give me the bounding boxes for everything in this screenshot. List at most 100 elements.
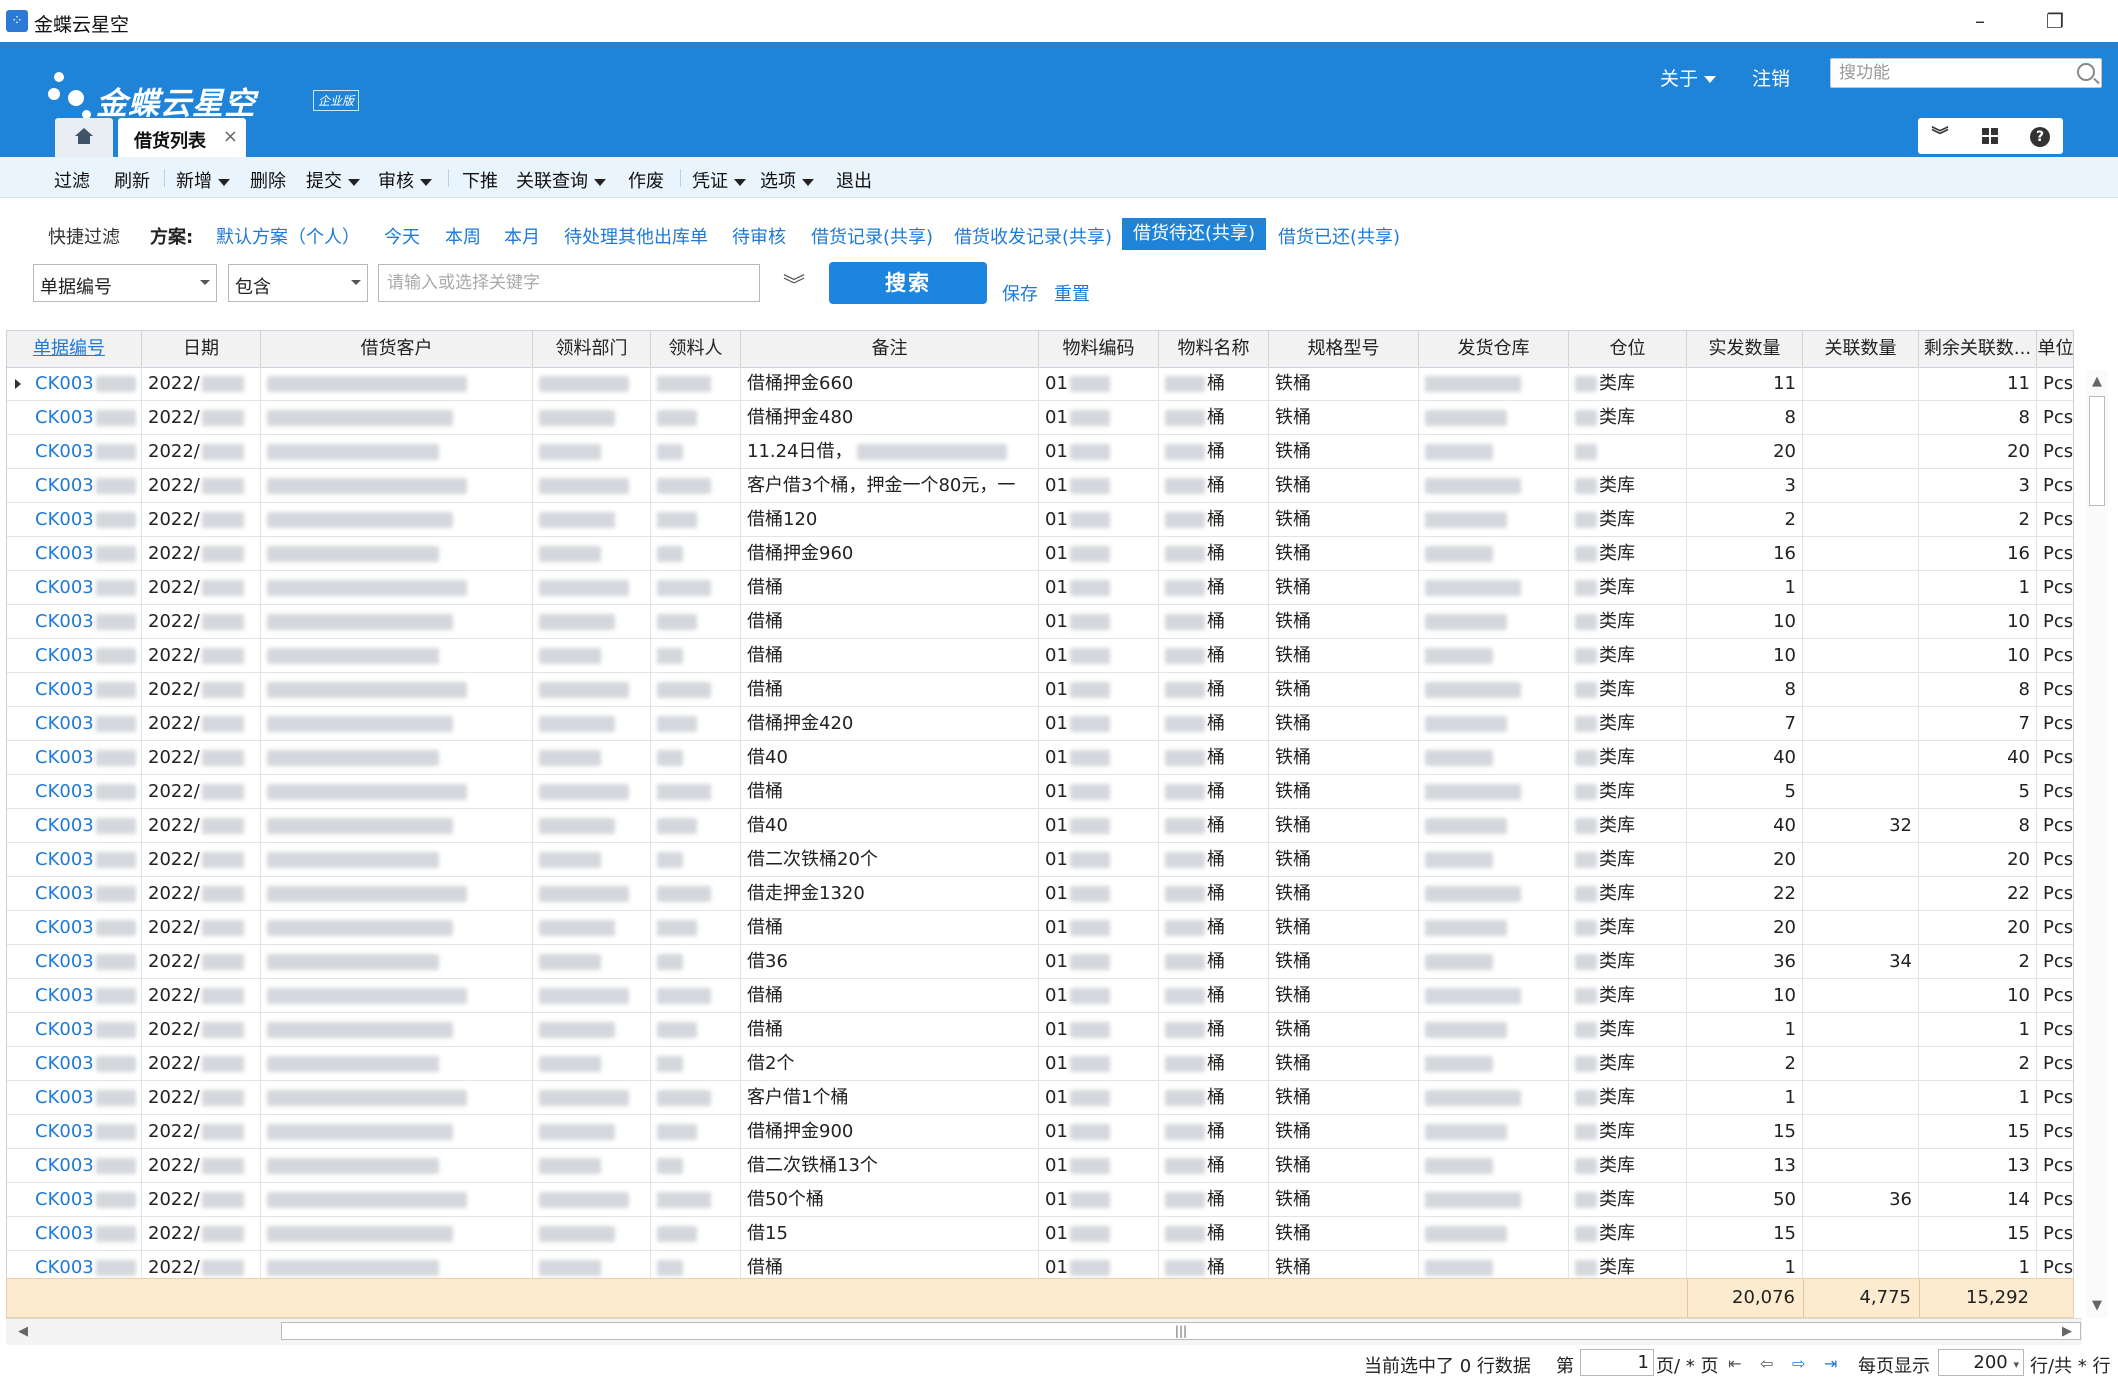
collapse-icon[interactable]: ︾ xyxy=(1924,124,1956,148)
scroll-right-icon[interactable]: ▶ xyxy=(2062,1324,2072,1339)
horizontal-scroll-thumb[interactable]: ||| xyxy=(281,1322,2081,1340)
first-page-icon[interactable]: ⇤ xyxy=(1728,1354,1741,1373)
minimize-button[interactable]: – xyxy=(1960,6,2000,36)
table-row[interactable]: CK003 2022/借桶押金900 01 桶铁桶 类库 15 15 Pcs xyxy=(7,1115,2073,1149)
scheme-today[interactable]: 今天 xyxy=(384,223,420,249)
reset-link[interactable]: 重置 xyxy=(1054,280,1090,306)
table-row[interactable]: CK003 2022/借走押金1320 01 桶铁桶 类库 22 22 Pcs xyxy=(7,877,2073,911)
restore-button[interactable]: ❐ xyxy=(2035,6,2075,36)
table-row[interactable]: CK003 2022/借桶押金960 01 桶铁桶 类库 16 16 Pcs xyxy=(7,537,2073,571)
table-row[interactable]: CK003 2022/借桶 01 桶铁桶 类库 10 10 Pcs xyxy=(7,979,2073,1013)
scheme-borrow-records[interactable]: 借货记录(共享) xyxy=(811,223,933,249)
save-scheme-link[interactable]: 保存 xyxy=(1002,280,1038,306)
table-cell xyxy=(651,605,741,638)
about-menu[interactable]: 关于 xyxy=(1660,64,1717,91)
table-row[interactable]: CK003 2022/借桶押金480 01 桶铁桶 类库 8 8 Pcs xyxy=(7,401,2073,435)
refresh-button[interactable]: 刷新 xyxy=(114,167,150,193)
search-operator-select[interactable]: 包含 xyxy=(228,264,368,302)
scheme-borrow-pending-return[interactable]: 借货待还(共享) xyxy=(1122,218,1266,250)
scheme-pending-audit[interactable]: 待审核 xyxy=(732,223,786,249)
scheme-default[interactable]: 默认方案（个人） xyxy=(216,223,360,249)
push-button[interactable]: 下推 xyxy=(462,167,498,193)
submit-menu[interactable]: 提交 xyxy=(306,167,360,193)
audit-menu[interactable]: 审核 xyxy=(378,167,432,193)
table-row[interactable]: CK003 2022/借15 01 桶铁桶 类库 15 15 Pcs xyxy=(7,1217,2073,1251)
close-icon[interactable]: × xyxy=(223,126,238,147)
home-tab[interactable] xyxy=(55,118,113,157)
column-date[interactable]: 日期 xyxy=(142,331,261,367)
add-menu[interactable]: 新增 xyxy=(176,167,230,193)
per-page-select[interactable]: 200 ▾ xyxy=(1938,1349,2024,1376)
tab-borrow-list[interactable]: 借货列表 × xyxy=(118,118,246,157)
table-row[interactable]: CK003 2022/借桶 01 桶铁桶 类库 10 10 Pcs xyxy=(7,605,2073,639)
search-field-select[interactable]: 单据编号 xyxy=(33,264,217,302)
scheme-borrow-returned[interactable]: 借货已还(共享) xyxy=(1278,223,1400,249)
table-row[interactable]: CK003 2022/客户借1个桶 01 桶铁桶 类库 1 1 Pcs xyxy=(7,1081,2073,1115)
logout-link[interactable]: 注销 xyxy=(1752,64,1790,91)
column-unit[interactable]: 单位 xyxy=(2037,331,2074,367)
horizontal-scrollbar[interactable]: ◀ ||| ▶ xyxy=(6,1318,2082,1345)
table-row[interactable]: CK003 2022/借桶120 01 桶铁桶 类库 2 2 Pcs xyxy=(7,503,2073,537)
function-search-input[interactable] xyxy=(1837,59,2071,87)
prev-page-icon[interactable]: ⇦ xyxy=(1760,1354,1773,1373)
table-row[interactable]: CK003 2022/借桶 01 桶铁桶 类库 20 20 Pcs xyxy=(7,911,2073,945)
search-icon[interactable] xyxy=(2077,63,2095,81)
scroll-down-icon[interactable]: ▼ xyxy=(2092,1298,2102,1313)
column-actual-qty[interactable]: 实发数量 xyxy=(1687,331,1803,367)
filter-button[interactable]: 过滤 xyxy=(54,167,90,193)
grid-icon[interactable] xyxy=(1974,124,2006,148)
options-menu[interactable]: 选项 xyxy=(760,167,814,193)
column-picker[interactable]: 领料人 xyxy=(651,331,741,367)
table-row[interactable]: CK003 2022/借36 01 桶铁桶 类库 36 34 2 Pcs xyxy=(7,945,2073,979)
table-cell: 类库 xyxy=(1569,741,1687,774)
table-cell: 1 xyxy=(1919,1251,2037,1279)
table-row[interactable]: CK003 2022/借桶 01 桶铁桶 类库 1 1 Pcs xyxy=(7,571,2073,605)
table-row[interactable]: CK003 2022/借桶押金420 01 桶铁桶 类库 7 7 Pcs xyxy=(7,707,2073,741)
column-bill-no[interactable]: 单据编号 xyxy=(29,331,142,367)
scheme-borrow-io-records[interactable]: 借货收发记录(共享) xyxy=(954,223,1112,249)
search-button[interactable]: 搜索 xyxy=(829,262,987,304)
help-icon[interactable]: ? xyxy=(2024,124,2056,148)
column-material-code[interactable]: 物料编码 xyxy=(1039,331,1159,367)
table-row[interactable]: CK003 2022/借40 01 桶铁桶 类库 40 32 8 Pcs xyxy=(7,809,2073,843)
column-remark[interactable]: 备注 xyxy=(741,331,1039,367)
related-query-menu[interactable]: 关联查询 xyxy=(516,167,606,193)
column-related-qty[interactable]: 关联数量 xyxy=(1803,331,1919,367)
column-customer[interactable]: 借货客户 xyxy=(261,331,533,367)
column-material-name[interactable]: 物料名称 xyxy=(1159,331,1269,367)
table-row[interactable]: CK003 2022/借桶 01 桶铁桶 类库 8 8 Pcs xyxy=(7,673,2073,707)
table-row[interactable]: CK003 2022/借桶 01 桶铁桶 类库 1 1 Pcs xyxy=(7,1251,2073,1279)
scroll-left-icon[interactable]: ◀ xyxy=(18,1324,28,1339)
table-row[interactable]: CK003 2022/借桶押金660 01 桶铁桶 类库 11 11 Pcs xyxy=(7,367,2073,401)
vertical-scrollbar[interactable]: ▲ ▼ xyxy=(2086,370,2108,1318)
voucher-menu[interactable]: 凭证 xyxy=(692,167,746,193)
column-department[interactable]: 领料部门 xyxy=(533,331,651,367)
column-spec[interactable]: 规格型号 xyxy=(1269,331,1419,367)
table-row[interactable]: CK003 2022/借桶 01 桶铁桶 类库 5 5 Pcs xyxy=(7,775,2073,809)
scheme-pending-outbound[interactable]: 待处理其他出库单 xyxy=(564,223,708,249)
void-button[interactable]: 作废 xyxy=(628,167,664,193)
page-number-input[interactable]: 1 xyxy=(1580,1349,1654,1376)
exit-button[interactable]: 退出 xyxy=(836,167,872,193)
table-row[interactable]: CK003 2022/客户借3个桶，押金一个80元，一 01 桶铁桶 类库 3 3 Pcs xyxy=(7,469,2073,503)
table-row[interactable]: CK003 2022/借50个桶 01 桶铁桶 类库 50 36 14 Pcs xyxy=(7,1183,2073,1217)
column-location[interactable]: 仓位 xyxy=(1569,331,1687,367)
keyword-input[interactable] xyxy=(385,265,749,301)
scroll-up-icon[interactable]: ▲ xyxy=(2092,374,2102,389)
column-remaining-qty[interactable]: 剩余关联数... xyxy=(1919,331,2037,367)
table-row[interactable]: CK003 2022/借桶 01 桶铁桶 类库 10 10 Pcs xyxy=(7,639,2073,673)
table-row[interactable]: CK003 2022/借2个 01 桶铁桶 类库 2 2 Pcs xyxy=(7,1047,2073,1081)
scheme-this-month[interactable]: 本月 xyxy=(504,223,540,249)
table-row[interactable]: CK003 2022/11.24日借， 01 桶铁桶 20 20 Pcs xyxy=(7,435,2073,469)
table-row[interactable]: CK003 2022/借二次铁桶13个 01 桶铁桶 类库 13 13 Pcs xyxy=(7,1149,2073,1183)
table-row[interactable]: CK003 2022/借二次铁桶20个 01 桶铁桶 类库 20 20 Pcs xyxy=(7,843,2073,877)
column-warehouse[interactable]: 发货仓库 xyxy=(1419,331,1569,367)
next-page-icon[interactable]: ⇨ xyxy=(1792,1354,1805,1373)
table-row[interactable]: CK003 2022/借40 01 桶铁桶 类库 40 40 Pcs xyxy=(7,741,2073,775)
last-page-icon[interactable]: ⇥ xyxy=(1824,1354,1837,1373)
expand-filter-icon[interactable]: ︾ xyxy=(783,268,805,300)
delete-button[interactable]: 删除 xyxy=(250,167,286,193)
vertical-scroll-thumb[interactable] xyxy=(2089,396,2105,506)
table-row[interactable]: CK003 2022/借桶 01 桶铁桶 类库 1 1 Pcs xyxy=(7,1013,2073,1047)
scheme-this-week[interactable]: 本周 xyxy=(445,223,481,249)
